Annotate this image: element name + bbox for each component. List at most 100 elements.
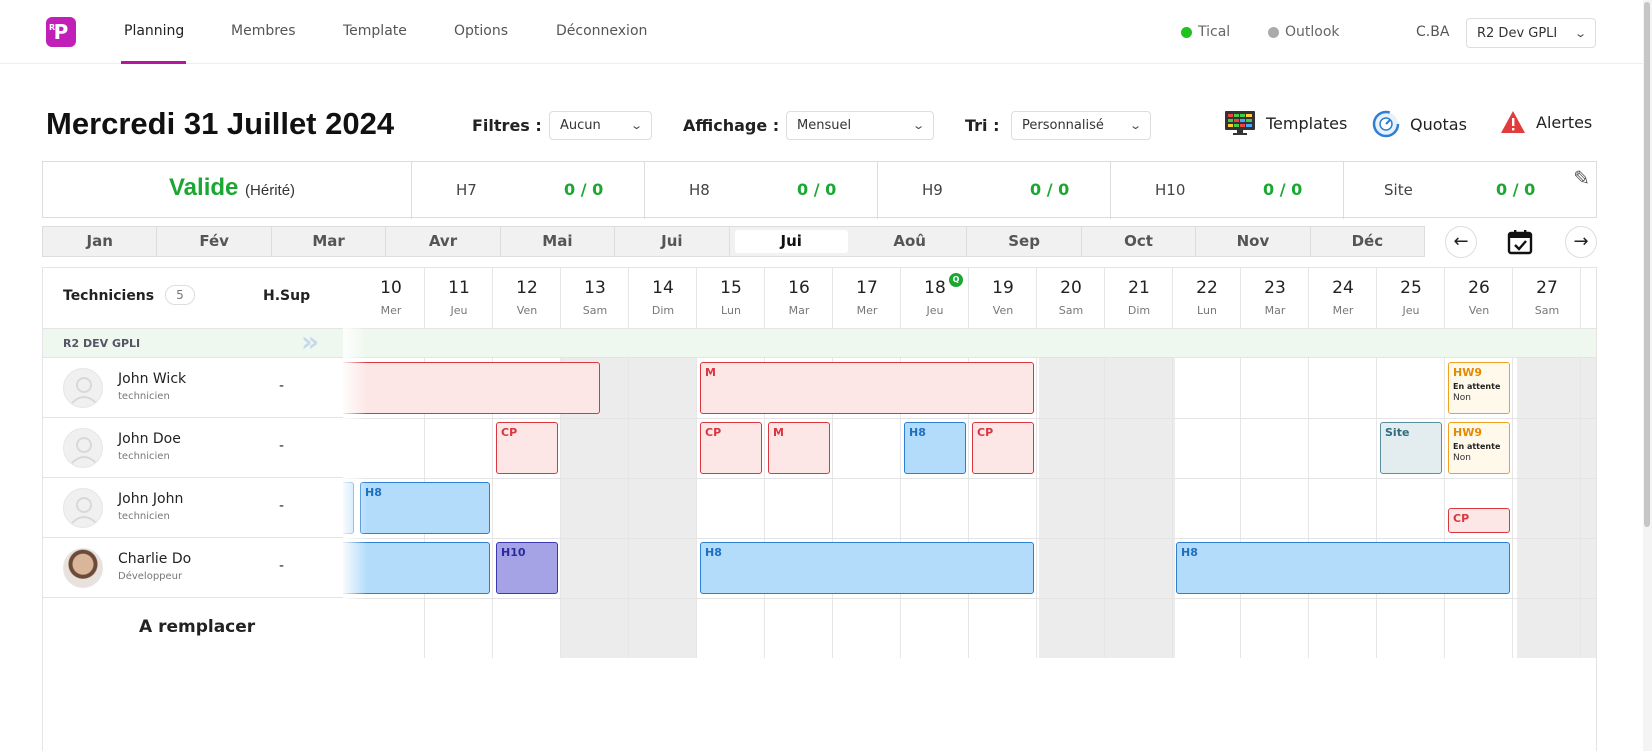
day-name: Lun xyxy=(1197,304,1217,317)
month-oct[interactable]: Oct xyxy=(1082,227,1197,256)
tab-template[interactable]: Template xyxy=(343,23,407,39)
event-block[interactable] xyxy=(333,362,600,414)
sort-label: Tri : xyxy=(965,116,1000,135)
q-badge[interactable]: Q xyxy=(949,273,963,287)
tab-membres[interactable]: Membres xyxy=(231,23,296,39)
day-number: 10 xyxy=(380,278,402,298)
event-block[interactable]: CP xyxy=(972,422,1034,474)
tab-options[interactable]: Options xyxy=(454,23,508,39)
day-name: Jeu xyxy=(1402,304,1420,317)
technician-role: Développeur xyxy=(118,571,183,582)
calendar-check-icon[interactable] xyxy=(1507,229,1533,259)
event-block[interactable]: Site xyxy=(1380,422,1442,474)
templates-button[interactable]: Templates xyxy=(1224,110,1347,136)
templates-label: Templates xyxy=(1266,113,1348,133)
month-aug[interactable]: Aoû xyxy=(853,227,968,256)
row-divider xyxy=(343,418,1596,419)
month-may[interactable]: Mai xyxy=(501,227,616,256)
event-block[interactable]: HW9 En attente Non xyxy=(1448,362,1510,414)
day-name: Jeu xyxy=(450,304,468,317)
month-feb[interactable]: Fév xyxy=(157,227,272,256)
event-block[interactable]: M xyxy=(768,422,830,474)
technician-name: John Doe xyxy=(118,431,181,447)
workspace-select[interactable]: R2 Dev GPLI ⌄ xyxy=(1466,18,1596,48)
event-block[interactable]: H10 xyxy=(496,542,558,594)
tab-planning[interactable]: Planning xyxy=(124,23,184,39)
day-name: Mer xyxy=(856,304,878,317)
filters-select[interactable]: Aucun ⌄ xyxy=(549,111,652,140)
tab-deconnexion[interactable]: Déconnexion xyxy=(556,23,647,39)
avatar-placeholder-icon xyxy=(63,488,103,528)
technician-role: technicien xyxy=(118,511,170,522)
quota-cell-h7: H7 0 / 0 xyxy=(411,162,644,219)
technician-row[interactable]: Charlie Do Développeur - xyxy=(43,538,343,598)
status-tical[interactable]: Tical xyxy=(1181,24,1230,40)
month-jun[interactable]: Jui xyxy=(615,227,730,256)
event-label: H8 xyxy=(909,426,926,439)
day-name: Dim xyxy=(651,304,675,317)
edit-pencil-icon[interactable]: ✎ xyxy=(1573,166,1590,190)
technician-row[interactable]: John Doe technicien - xyxy=(43,418,343,478)
group-row-left: R2 DEV GPLI » xyxy=(43,325,343,358)
technician-row[interactable]: John John technicien - xyxy=(43,478,343,538)
replace-section-title: A remplacer xyxy=(139,617,256,637)
month-mar[interactable]: Mar xyxy=(272,227,387,256)
event-label: H8 xyxy=(1181,546,1198,559)
day-name: Mer xyxy=(1332,304,1354,317)
quota-cell-h9: H9 0 / 0 xyxy=(877,162,1110,219)
day-number: 25 xyxy=(1400,278,1422,298)
chevron-down-icon: ⌄ xyxy=(911,119,925,132)
alerts-button[interactable]: Alertes xyxy=(1500,110,1592,134)
filters-select-value: Aucun xyxy=(560,118,601,133)
month-sep[interactable]: Sep xyxy=(967,227,1082,256)
technician-row[interactable]: John Wick technicien - xyxy=(43,358,343,418)
event-block[interactable]: CP xyxy=(700,422,762,474)
month-selector: Jan Fév Mar Avr Mai Jui Jui Aoû Sep Oct … xyxy=(42,226,1425,257)
event-label: H8 xyxy=(705,546,722,559)
display-label: Affichage : xyxy=(683,116,780,135)
event-block[interactable]: HW9 En attente Non xyxy=(1448,422,1510,474)
event-label: CP xyxy=(977,426,994,439)
prev-arrow-icon[interactable]: ← xyxy=(1445,226,1477,258)
month-nov[interactable]: Nov xyxy=(1196,227,1311,256)
day-name: Sam xyxy=(582,304,608,317)
next-arrow-icon[interactable]: → xyxy=(1565,226,1597,258)
quota-name: H9 xyxy=(922,181,943,199)
page-scrollbar-thumb[interactable] xyxy=(1644,2,1650,527)
event-label: H8 xyxy=(365,486,382,499)
event-block[interactable]: H8 xyxy=(700,542,1034,594)
event-note: Non xyxy=(1453,453,1471,463)
month-dec[interactable]: Déc xyxy=(1311,227,1424,256)
quota-summary-bar: Valide (Hérité) H7 0 / 0 H8 0 / 0 H9 0 /… xyxy=(42,161,1597,219)
event-block[interactable]: CP xyxy=(1448,508,1510,533)
event-block[interactable]: M xyxy=(700,362,1034,414)
event-block[interactable]: H8 xyxy=(360,482,490,534)
quotas-button[interactable]: Quotas xyxy=(1372,110,1467,138)
day-name: Dim xyxy=(1127,304,1151,317)
event-block[interactable]: H8 xyxy=(904,422,966,474)
day-column: 23 Mar xyxy=(1241,268,1309,658)
app-logo[interactable]: R P xyxy=(46,17,76,47)
logo-letter: P xyxy=(53,20,69,44)
day-name: Mar xyxy=(788,304,810,317)
month-jul[interactable]: Jui xyxy=(734,230,848,253)
month-jan[interactable]: Jan xyxy=(43,227,158,256)
quota-cell-h8: H8 0 / 0 xyxy=(644,162,877,219)
sort-select[interactable]: Personnalisé ⌄ xyxy=(1011,111,1151,140)
double-chevron-right-icon[interactable]: » xyxy=(301,325,319,358)
event-block[interactable]: H8 xyxy=(1176,542,1510,594)
status-outlook[interactable]: Outlook xyxy=(1268,24,1340,40)
event-note: Non xyxy=(1453,393,1471,403)
day-number: 17 xyxy=(856,278,878,298)
active-tab-indicator xyxy=(121,61,186,64)
avatar-placeholder-icon xyxy=(63,368,103,408)
user-initials[interactable]: C.BA xyxy=(1416,24,1449,40)
event-label: CP xyxy=(1453,512,1470,525)
day-number: 20 xyxy=(1060,278,1082,298)
event-block[interactable]: CP xyxy=(496,422,558,474)
display-select[interactable]: Mensuel ⌄ xyxy=(786,111,934,140)
quota-name: H10 xyxy=(1155,181,1186,199)
month-apr[interactable]: Avr xyxy=(386,227,501,256)
day-number: 14 xyxy=(652,278,674,298)
day-name: Sam xyxy=(1058,304,1084,317)
